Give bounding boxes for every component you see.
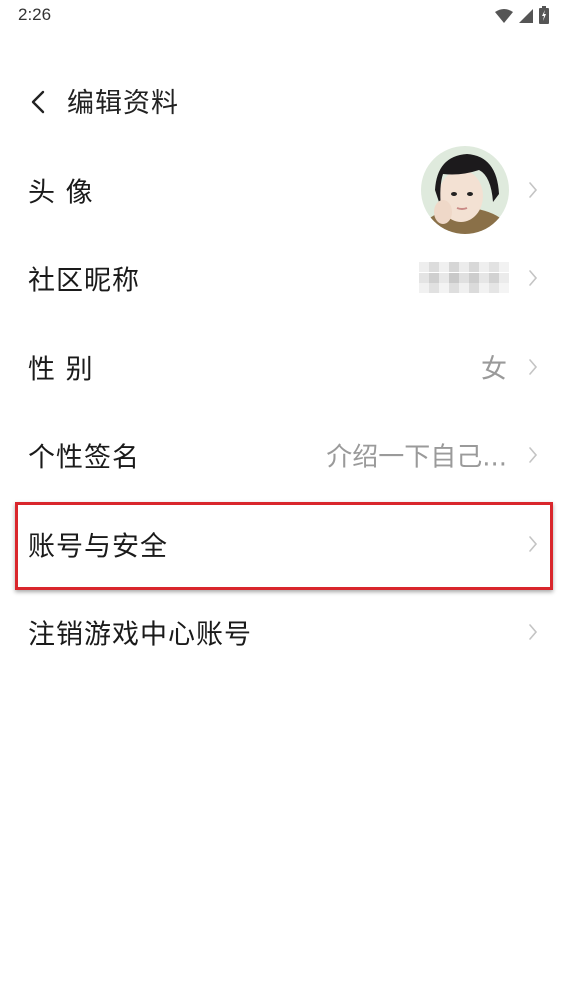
header: 编辑资料 (0, 72, 565, 136)
page-title: 编辑资料 (67, 88, 179, 119)
back-button[interactable] (22, 86, 54, 122)
row-label: 性 别 (28, 354, 94, 386)
row-label: 头 像 (28, 177, 94, 209)
chevron-right-icon (527, 622, 539, 642)
row-account-security[interactable]: 账号与安全 (0, 500, 565, 588)
row-cancel-account[interactable]: 注销游戏中心账号 (0, 588, 565, 676)
row-label: 注销游戏中心账号 (28, 619, 252, 651)
chevron-right-icon (527, 180, 539, 200)
chevron-right-icon (527, 534, 539, 554)
chevron-right-icon (527, 268, 539, 288)
gender-value: 女 (480, 354, 507, 385)
row-signature[interactable]: 个性签名 介绍一下自己... (0, 411, 565, 499)
blurred-nickname (419, 262, 509, 294)
row-avatar[interactable]: 头 像 (0, 146, 565, 234)
row-label: 个性签名 (28, 442, 140, 474)
row-gender[interactable]: 性 别 女 (0, 323, 565, 411)
row-nickname[interactable]: 社区昵称 (0, 234, 565, 322)
signal-icon (519, 8, 533, 27)
status-icons (495, 6, 549, 28)
chevron-right-icon (527, 357, 539, 377)
signature-value: 介绍一下自己... (326, 442, 507, 473)
chevron-left-icon (31, 90, 45, 118)
status-bar: 2:26 (0, 0, 565, 32)
row-label: 社区昵称 (28, 265, 140, 297)
chevron-right-icon (527, 445, 539, 465)
wifi-icon (495, 8, 513, 27)
status-time: 2:26 (18, 5, 52, 24)
avatar (421, 146, 509, 234)
row-label: 账号与安全 (28, 531, 168, 563)
battery-icon (539, 6, 549, 28)
